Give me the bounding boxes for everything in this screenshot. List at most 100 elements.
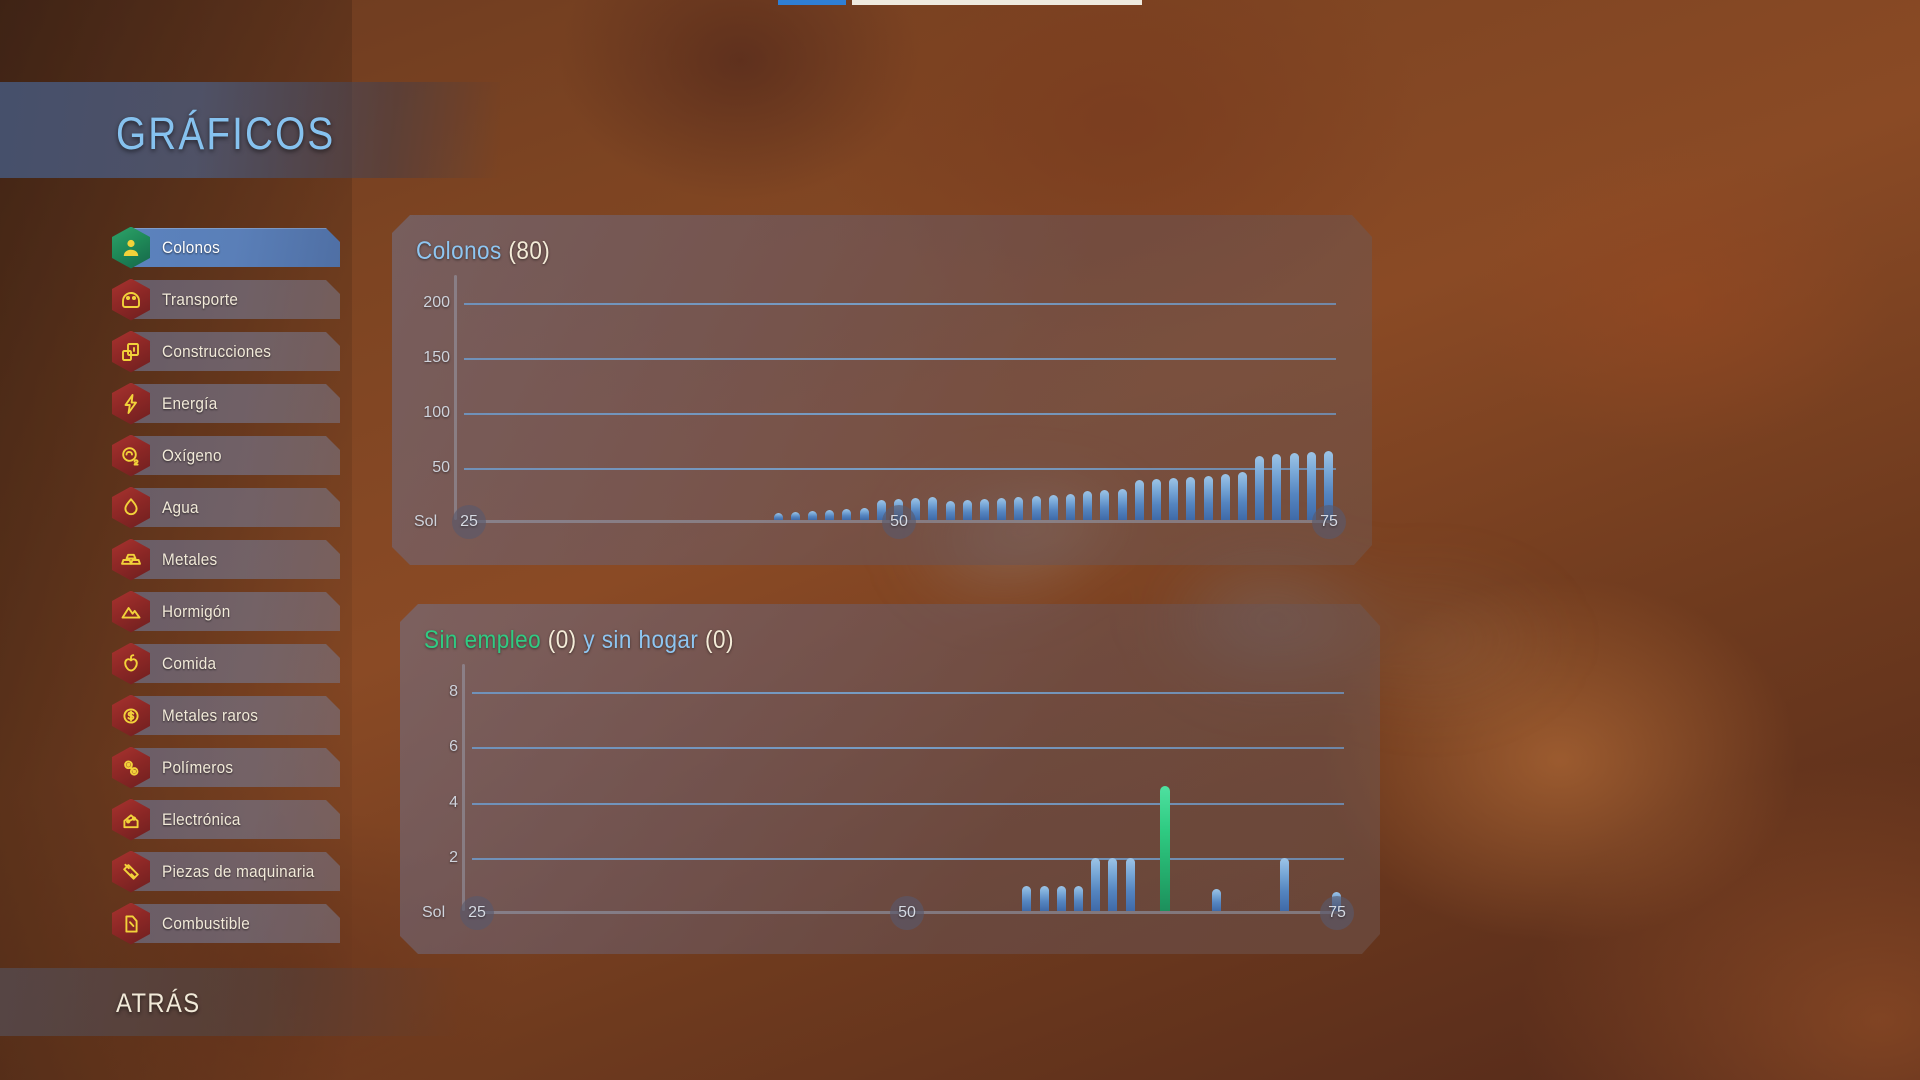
- bar: [1134, 480, 1144, 520]
- bar: [1022, 886, 1032, 911]
- y-axis-tick-label: 150: [423, 348, 450, 366]
- unemployed-homeless-chart-panel: Sin empleo (0) y sin hogar (0) 8 6 4 2 Sol 2…: [400, 604, 1380, 954]
- sidebar-item-label: Piezas de maquinaria: [162, 861, 315, 881]
- bar: [1074, 886, 1083, 911]
- colonists-plot-area: 200 150 100 50: [423, 275, 1336, 523]
- title-part-0: Sin empleo: [424, 626, 542, 654]
- sidebar-item-label: Agua: [162, 497, 199, 517]
- sidebar-nav[interactable]: Colonos Transporte Construcciones Energía Ox…: [112, 226, 352, 956]
- bar: [1091, 858, 1101, 911]
- x-axis-prefix-label: Sol: [422, 904, 446, 921]
- bar: [997, 497, 1007, 520]
- bar: [1220, 473, 1230, 520]
- page-title: GRÁFICOS: [116, 108, 336, 159]
- sidebar-item-combustible[interactable]: Combustible: [112, 902, 340, 945]
- bar: [1238, 471, 1247, 520]
- bar: [1203, 475, 1213, 520]
- title-part-3: (0): [698, 626, 734, 654]
- bar: [1211, 888, 1221, 911]
- bar: [825, 510, 835, 520]
- bar: [859, 507, 869, 520]
- bar: [1152, 479, 1161, 520]
- top-progress-bar: [0, 0, 1920, 10]
- sidebar-item-energ-a[interactable]: Energía: [112, 382, 340, 425]
- y-axis-tick-label: 200: [423, 293, 450, 311]
- progress-segment-accent: [778, 0, 846, 5]
- y-axis-tick-label: 8: [449, 682, 458, 700]
- bar: [1117, 489, 1127, 520]
- sidebar-item-hormig-n[interactable]: Hormigón: [112, 590, 340, 633]
- bar: [790, 512, 800, 520]
- bar: [1083, 491, 1093, 520]
- sidebar-item-label: Comida: [162, 653, 217, 673]
- unemployed-homeless-chart-title: Sin empleo (0) y sin hogar (0): [424, 626, 734, 655]
- bar: [1048, 494, 1058, 520]
- y-axis-tick-label: 6: [449, 738, 458, 756]
- y-axis-tick-label: 4: [449, 793, 458, 811]
- sidebar-item-piezas-de-maquinaria[interactable]: Piezas de maquinaria: [112, 850, 340, 893]
- bar: [1100, 490, 1110, 520]
- bar: [1289, 452, 1299, 520]
- bar: [1272, 453, 1282, 520]
- bar-series-container: [464, 275, 1336, 520]
- bar: [1014, 496, 1024, 520]
- sidebar-item-transporte[interactable]: Transporte: [112, 278, 340, 321]
- bar: [1125, 858, 1135, 911]
- sidebar-item-ox-geno[interactable]: Oxígeno: [112, 434, 340, 477]
- sidebar-item-label: Energía: [162, 393, 218, 413]
- x-axis-tick-pill: 50: [882, 505, 916, 539]
- sidebar-item-label: Construcciones: [162, 341, 272, 361]
- sidebar-item-pol-meros[interactable]: Polímeros: [112, 746, 340, 789]
- bar: [928, 496, 938, 520]
- bar: [1280, 858, 1290, 911]
- bar: [1108, 858, 1118, 911]
- bar: [1255, 456, 1265, 520]
- x-axis-prefix-label: Sol: [414, 513, 438, 530]
- back-bar[interactable]: [0, 968, 460, 1036]
- y-axis-tick-label: 50: [432, 458, 450, 476]
- sidebar-item-metales[interactable]: Metales: [112, 538, 340, 581]
- bar-unemployed: [1160, 786, 1170, 911]
- x-axis-tick-pill: 25: [460, 896, 494, 930]
- sidebar-item-label: Combustible: [162, 913, 251, 933]
- bar: [773, 513, 783, 520]
- sidebar-item-comida[interactable]: Comida: [112, 642, 340, 685]
- bar: [1056, 886, 1066, 911]
- bar: [1186, 477, 1196, 520]
- title-part-1: (0): [541, 626, 577, 654]
- bar-series-container: [472, 664, 1344, 911]
- title-part-2: y sin hogar: [576, 626, 699, 654]
- y-axis-line: [462, 664, 465, 911]
- back-button-label[interactable]: ATRÁS: [116, 988, 200, 1019]
- bar: [980, 499, 989, 520]
- sidebar-item-label: Hormigón: [162, 601, 231, 621]
- bar: [1306, 451, 1316, 520]
- sidebar-item-label: Metales raros: [162, 705, 259, 725]
- y-axis-line: [454, 275, 457, 520]
- title-part-0: Colonos: [416, 237, 502, 265]
- title-part-1: (80): [501, 237, 551, 265]
- sidebar-item-colonos[interactable]: Colonos: [112, 226, 340, 269]
- progress-segment-fill: [852, 0, 1142, 5]
- sidebar-item-construcciones[interactable]: Construcciones: [112, 330, 340, 373]
- sidebar-item-electr-nica[interactable]: Electrónica: [112, 798, 340, 841]
- sidebar-item-metales-raros[interactable]: Metales raros: [112, 694, 340, 737]
- bar: [1066, 493, 1075, 520]
- bar: [1169, 478, 1179, 520]
- bar: [808, 511, 817, 520]
- sidebar-item-label: Electrónica: [162, 809, 241, 829]
- colonists-chart-title: Colonos (80): [416, 237, 550, 266]
- x-axis-tick-pill: 25: [452, 505, 486, 539]
- sidebar-item-label: Metales: [162, 549, 218, 569]
- sidebar-item-label: Transporte: [162, 289, 239, 309]
- sidebar-item-label: Oxígeno: [162, 445, 222, 465]
- bar: [1031, 495, 1041, 520]
- x-axis-tick-pill: 50: [890, 896, 924, 930]
- colonists-chart-panel: Colonos (80) 200 150 100 50 Sol 25 50 75: [392, 215, 1372, 565]
- unemployed-homeless-plot-area: 8 6 4 2: [449, 664, 1344, 914]
- sidebar-item-agua[interactable]: Agua: [112, 486, 340, 529]
- y-axis-tick-label: 100: [423, 403, 450, 421]
- bar: [1039, 886, 1049, 911]
- x-axis-tick-pill: 75: [1312, 505, 1346, 539]
- x-axis-tick-pill: 75: [1320, 896, 1354, 930]
